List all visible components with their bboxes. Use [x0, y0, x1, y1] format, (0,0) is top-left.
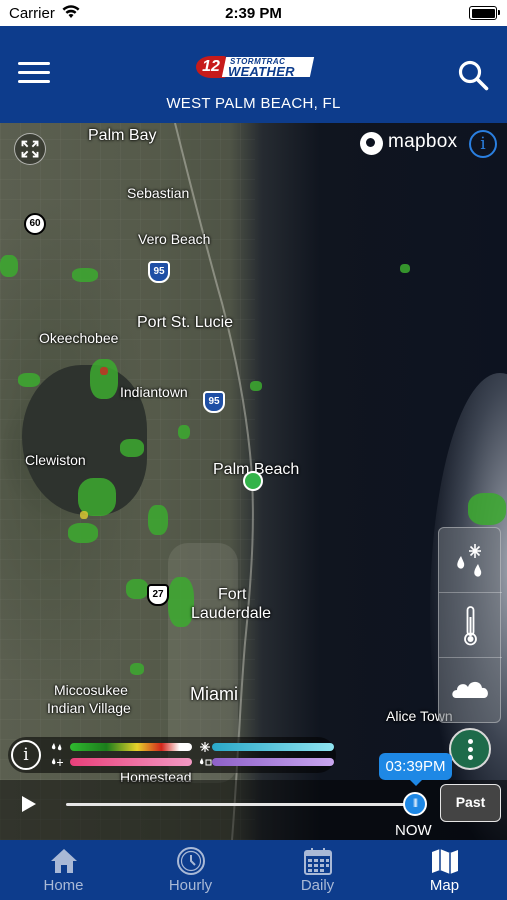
ice-type-icon	[199, 758, 212, 766]
timeline-scrubber-handle[interactable]	[403, 792, 427, 816]
radar-echo	[148, 505, 168, 535]
rain-legend-bar	[70, 743, 192, 751]
radar-echo	[80, 511, 88, 519]
city-label-miccosukee: Miccosukee	[54, 682, 128, 698]
mix-type-icon	[51, 758, 63, 766]
snow-legend-bar	[212, 743, 334, 751]
us-27-shield: 27	[147, 584, 169, 606]
precipitation-layer-button[interactable]	[439, 528, 502, 593]
snow-type-icon	[200, 742, 210, 752]
home-icon	[51, 849, 77, 873]
radar-echo	[100, 367, 108, 375]
legend-info-icon[interactable]: i	[11, 740, 41, 770]
mapbox-label: mapbox	[388, 131, 458, 152]
bottom-tab-bar: Home Hourly Daily Map	[0, 840, 507, 900]
radar-echo	[68, 523, 98, 543]
tab-daily[interactable]: Daily	[254, 840, 381, 900]
city-label-vero-beach: Vero Beach	[138, 231, 211, 247]
radar-echo	[178, 425, 190, 439]
radar-echo	[72, 268, 98, 282]
radar-map[interactable]: Palm Bay Sebastian Vero Beach Port St. L…	[0, 123, 507, 840]
radar-echo	[126, 579, 148, 599]
route-60-shield: 60	[24, 213, 46, 235]
thermometer-icon	[464, 606, 477, 646]
now-label: NOW	[395, 822, 432, 839]
tab-daily-label: Daily	[300, 877, 335, 894]
temperature-layer-button[interactable]	[439, 593, 502, 658]
calendar-icon	[304, 848, 332, 875]
stormtrac-weather-logo: 12 STORMTRAC WEATHER	[196, 56, 315, 79]
interstate-95-shield: 95	[203, 391, 225, 413]
logo-line2: WEATHER	[228, 64, 295, 79]
tab-home[interactable]: Home	[0, 840, 127, 900]
map-icon	[432, 849, 458, 874]
precipitation-legend: i	[8, 737, 336, 773]
city-label-miami: Miami	[190, 684, 238, 704]
status-bar: Carrier 2:39 PM	[0, 0, 507, 26]
tab-home-label: Home	[43, 877, 84, 894]
radar-echo	[0, 255, 18, 277]
city-label-fort: Fort	[218, 586, 247, 603]
current-location-marker[interactable]	[243, 471, 263, 491]
status-time: 2:39 PM	[225, 5, 282, 22]
city-label-palm-bay: Palm Bay	[88, 127, 157, 144]
mix-legend-bar	[70, 758, 192, 766]
map-info-icon[interactable]: i	[469, 130, 497, 158]
precipitation-icon	[457, 544, 482, 577]
interstate-95-shield: 95	[148, 261, 170, 283]
timeline-track[interactable]	[66, 803, 416, 806]
hamburger-menu-icon[interactable]	[18, 62, 50, 86]
radar-echo	[130, 663, 144, 675]
radar-echo	[90, 359, 118, 399]
radar-echo	[468, 493, 506, 525]
tab-hourly-label: Hourly	[168, 877, 213, 894]
radar-echo	[250, 381, 262, 391]
city-label-indian-village: Indian Village	[47, 700, 131, 716]
location-title: WEST PALM BEACH, FL	[166, 95, 341, 112]
radar-echo	[400, 264, 410, 273]
city-label-sebastian: Sebastian	[127, 185, 190, 201]
current-frame-time: 03:39PM	[379, 753, 452, 786]
cloud-icon	[452, 681, 488, 698]
tab-hourly[interactable]: Hourly	[127, 840, 254, 900]
radar-echo	[18, 373, 40, 387]
tab-map-label: Map	[429, 877, 460, 894]
fullscreen-icon[interactable]	[14, 133, 46, 165]
city-label-clewiston: Clewiston	[25, 452, 86, 468]
past-button[interactable]: Past	[440, 784, 501, 822]
tab-map[interactable]: Map	[381, 840, 507, 900]
more-options-icon[interactable]	[449, 728, 491, 770]
clock-icon	[177, 847, 205, 875]
city-label-lauderdale: Lauderdale	[191, 605, 272, 622]
mapbox-logo-icon	[360, 132, 383, 155]
layer-selector	[438, 527, 502, 723]
rain-type-icon	[51, 743, 62, 751]
play-icon[interactable]	[22, 796, 36, 812]
city-label-port-st-lucie: Port St. Lucie	[137, 314, 234, 331]
battery-icon	[469, 6, 500, 20]
search-icon[interactable]	[457, 59, 489, 91]
city-label-indiantown: Indiantown	[120, 384, 188, 400]
cloud-layer-button[interactable]	[439, 658, 502, 723]
city-label-okeechobee: Okeechobee	[39, 330, 119, 346]
app-header: 12 STORMTRAC WEATHER WEST PALM BEACH, FL	[0, 26, 507, 123]
radar-echo	[120, 439, 144, 457]
ice-legend-bar	[212, 758, 334, 766]
